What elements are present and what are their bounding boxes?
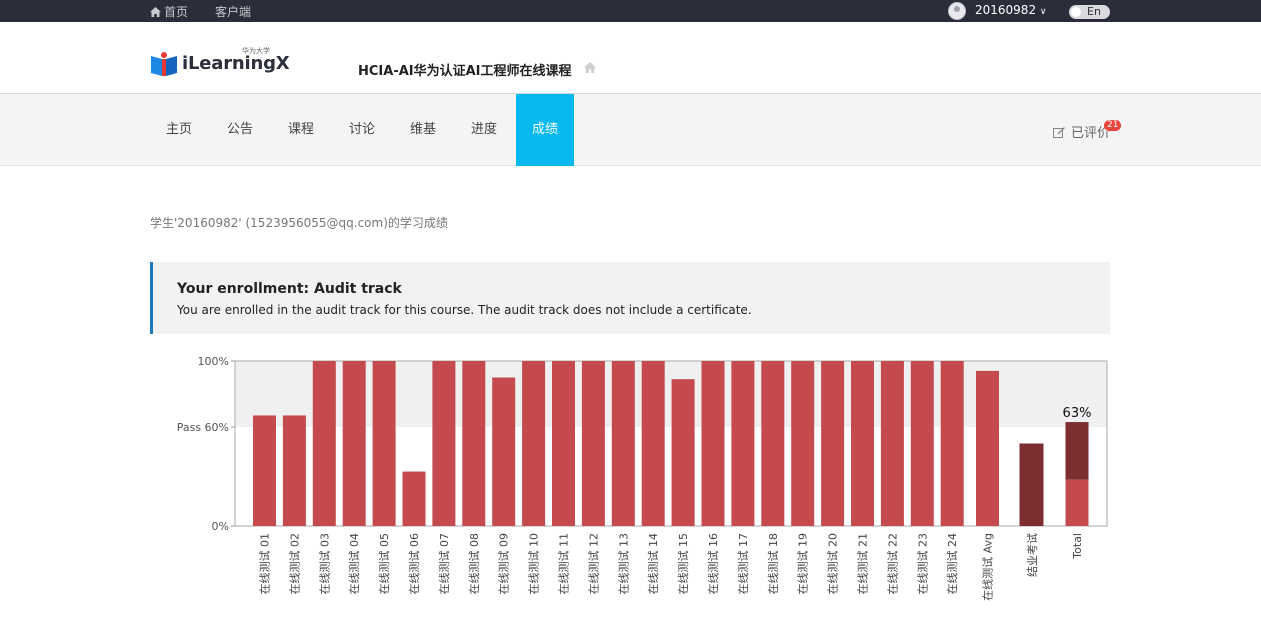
bar [791,361,815,526]
logo-subtitle: 华为大学 [242,47,270,55]
bar [581,361,605,526]
x-tick-label: 在线测试 06 [407,533,421,595]
x-tick-label: 在线测试 04 [347,533,361,595]
x-tick-label: 在线测试 09 [497,533,511,595]
x-tick-label: 在线测试 19 [796,533,810,595]
language-label: En [1087,5,1101,18]
student-info: 学生'20160982' (1523956055@qq.com)的学习成绩 [150,216,448,230]
x-tick-label: 在线测试 21 [856,533,870,595]
rated-button[interactable]: 已评价 [1053,122,1110,141]
tab-discussion[interactable]: 讨论 [338,94,386,166]
bar [462,361,486,526]
bar [940,361,964,526]
client-link[interactable]: 客户端 [215,3,251,20]
x-tick-label: 在线测试 24 [945,533,959,595]
course-title[interactable]: HCIA-AI华为认证AI工程师在线课程 [358,60,572,79]
tab-wiki[interactable]: 维基 [399,94,447,166]
x-tick-label: 在线测试 02 [287,533,301,595]
x-tick-label: 在线测试 15 [676,533,690,595]
x-tick-label: 在线测试 08 [467,533,481,595]
x-tick-label-total: Total [1071,533,1084,560]
site-header: iLearningX 华为大学 HCIA-AI华为认证AI工程师在线课程 [0,22,1261,94]
tab-progress[interactable]: 进度 [460,94,508,166]
bar [522,361,546,526]
rated-count-badge: 21 [1104,120,1122,131]
chevron-down-icon: ∨ [1039,7,1047,17]
bar [312,361,336,526]
x-tick-label-final: 结业考试 [1026,533,1039,577]
bar [402,471,426,526]
total-bar-base [1065,479,1089,526]
x-tick-label: 在线测试 12 [586,533,600,595]
x-tick-label: 在线测试 22 [885,533,899,595]
logo-text: iLearningX [182,53,290,74]
x-tick-label: 在线测试 03 [317,533,331,595]
bar [552,361,575,526]
language-toggle[interactable]: En [1069,5,1110,19]
bar [910,361,934,526]
x-tick-label: 在线测试 16 [706,533,720,595]
x-tick-label: 在线测试 23 [915,533,929,595]
bar [671,379,695,526]
edit-icon [1053,127,1065,138]
bar [701,361,725,526]
x-tick-label: 在线测试 07 [437,533,451,595]
bar [821,361,845,526]
x-tick-label: 在线测试 11 [557,533,571,595]
x-tick-label: 在线测试 05 [377,533,391,595]
bar [880,361,904,526]
bar [851,361,874,526]
user-menu[interactable]: 20160982 ∨ [975,3,1047,17]
grade-chart: 100% Pass 60% 0% 在线测试 01 在线测试 02 在线测试 03 在线测试 … [177,355,1108,601]
x-tick-label: 在线测试 17 [736,533,750,595]
notice-text: You are enrolled in the audit track for … [177,303,752,317]
x-tick-label: 在线测试 01 [258,533,272,595]
tab-courseware[interactable]: 课程 [277,94,325,166]
toggle-knob [1071,7,1081,17]
x-tick-label: 在线测试 20 [826,533,840,595]
y-tick-label: 100% [198,355,229,368]
total-value-label: 63% [1063,406,1092,421]
bar [432,361,456,526]
notice-title: Your enrollment: Audit track [177,281,402,297]
home-icon [150,7,161,17]
bar [641,361,665,526]
course-nav: 主页 公告 课程 讨论 维基 进度 成绩 已评价 21 [0,94,1261,166]
tab-grades[interactable]: 成绩 [516,94,574,166]
x-tick-label: 在线测试 13 [616,533,630,595]
logo-book-icon [151,52,177,76]
x-tick-label: 在线测试 18 [766,533,780,595]
total-bar-top [1065,422,1089,480]
bar [611,361,635,526]
x-tick-label: 在线测试 14 [646,533,660,595]
y-tick-label: Pass 60% [177,421,229,434]
logo[interactable]: iLearningX 华为大学 [150,47,290,82]
avg-bar [976,370,999,526]
home-link-label: 首页 [164,5,189,19]
final-exam-bar [1019,443,1044,526]
enrollment-notice: Your enrollment: Audit track You are enr… [150,262,1110,334]
x-tick-label: 在线测试 10 [527,533,541,595]
course-home-icon[interactable] [584,62,596,73]
avatar[interactable] [948,2,966,20]
tab-home[interactable]: 主页 [155,94,203,166]
x-tick-label-avg: 在线测试 Avg [981,533,995,601]
bar [372,361,396,526]
home-link[interactable]: 首页 [150,3,188,20]
y-tick-label: 0% [212,520,229,533]
top-bar: 首页 客户端 20160982 ∨ En [0,0,1261,22]
bar [282,415,306,526]
tab-announcements[interactable]: 公告 [216,94,264,166]
bar [253,415,276,526]
bar [731,361,755,526]
username: 20160982 [975,3,1037,17]
bar [342,361,366,526]
bar [761,361,785,526]
bar [492,377,516,526]
